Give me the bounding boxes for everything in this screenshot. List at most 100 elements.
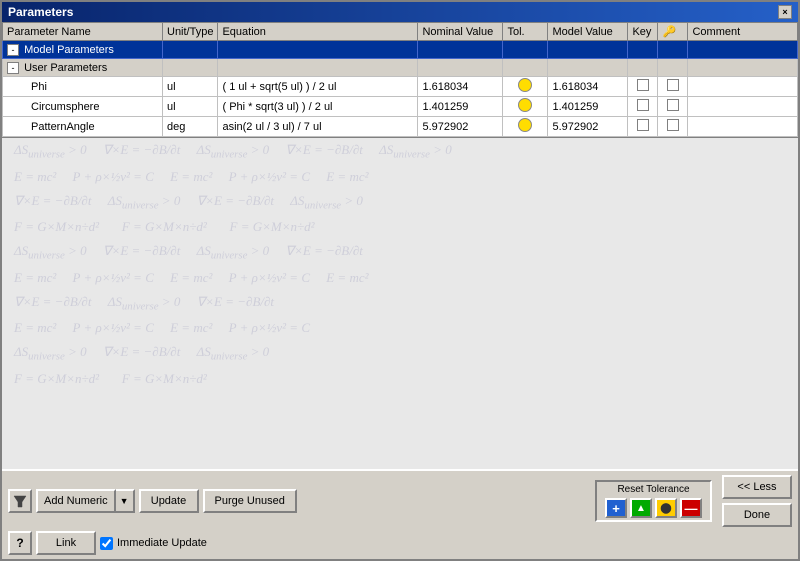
immediate-update-label[interactable]: Immediate Update [100,537,207,550]
add-numeric-button[interactable]: Add Numeric [36,489,116,513]
phi-unit-cell: ul [163,77,218,97]
math-row: E = mc² P + ρ×½v² = C E = mc² P + ρ×½v² … [2,165,798,189]
user-eq-cell [218,59,418,77]
circumsphere-tol-indicator [518,98,532,112]
add-numeric-split: Add Numeric ▼ [36,489,135,513]
user-expand-icon[interactable]: - [7,62,19,74]
help-button[interactable]: ? [8,531,32,555]
patternangle-nominal-cell: 5.972902 [418,117,503,137]
tol-minus-label: — [685,501,698,516]
title-bar-buttons: × [778,5,792,19]
done-label: Done [744,509,770,521]
circumsphere-name-cell: Circumsphere [3,97,163,117]
patternangle-equation: asin(2 ul / 3 ul) / 7 ul [222,121,321,133]
window-title: Parameters [8,5,73,19]
circumsphere-key-checkbox[interactable] [637,99,649,111]
patternangle-name-cell: PatternAngle [3,117,163,137]
circumsphere-icon-cell [658,97,688,117]
circumsphere-icon-checkbox[interactable] [667,99,679,111]
math-text: E = mc² P + ρ×½v² = C E = mc² P + ρ×½v² … [14,320,310,336]
tol-circle-button[interactable]: ⬤ [655,498,677,518]
tol-minus-button[interactable]: — [680,498,702,518]
tol-plus-button[interactable]: + [605,498,627,518]
help-label: ? [16,536,23,550]
math-text: F = G×M×n÷d² F = G×M×n÷d² [14,371,207,387]
phi-key-cell [628,77,658,97]
toolbar-row-1: Add Numeric ▼ Update Purge Unused Reset … [8,475,792,527]
math-row: ∇×E = −∂B/∂t ΔSuniverse > 0 ∇×E = −∂B/∂t… [2,189,798,216]
math-text: ∇×E = −∂B/∂t ΔSuniverse > 0 ∇×E = −∂B/∂t [14,294,274,313]
less-button[interactable]: << Less [722,475,792,499]
phi-label: Phi [31,81,47,93]
filter-button[interactable] [8,489,32,513]
patternangle-eq-cell[interactable]: asin(2 ul / 3 ul) / 7 ul [218,117,418,137]
patternangle-label: PatternAngle [31,121,95,133]
table-row: Phi ul ( 1 ul + sqrt(5 ul) ) / 2 ul 1.61… [3,77,798,97]
phi-equation: ( 1 ul + sqrt(5 ul) ) / 2 ul [222,81,336,93]
link-button[interactable]: Link [36,531,96,555]
phi-model-cell: 1.618034 [548,77,628,97]
circumsphere-key-cell [628,97,658,117]
purge-unused-label: Purge Unused [215,495,285,507]
math-text: ΔSuniverse > 0 ∇×E = −∂B/∂t ΔSuniverse >… [14,344,269,363]
user-parameters-row: - User Parameters [3,59,798,77]
user-tol-cell [503,59,548,77]
phi-tol-cell [503,77,548,97]
tol-triangle-button[interactable]: ▲ [630,498,652,518]
phi-comment-cell [688,77,798,97]
patternangle-comment-cell [688,117,798,137]
parameters-table-container: Parameter Name Unit/Type Equation Nomina… [2,22,798,138]
patternangle-key-checkbox[interactable] [637,119,649,131]
math-row: E = mc² P + ρ×½v² = C E = mc² P + ρ×½v² … [2,316,798,340]
user-unit-cell [163,59,218,77]
close-button[interactable]: × [778,5,792,19]
model-nominal-cell [418,41,503,59]
circumsphere-nominal-cell: 1.401259 [418,97,503,117]
math-watermark: ΔSuniverse > 0 ∇×E = −∂B/∂t ΔSuniverse >… [2,138,798,469]
add-numeric-label: Add Numeric [44,495,108,507]
circumsphere-model-cell: 1.401259 [548,97,628,117]
user-parameters-cell: - User Parameters [3,59,163,77]
dropdown-arrow-icon: ▼ [120,496,129,506]
phi-eq-cell[interactable]: ( 1 ul + sqrt(5 ul) ) / 2 ul [218,77,418,97]
col-header-model: Model Value [548,23,628,41]
content-area: Parameter Name Unit/Type Equation Nomina… [2,22,798,559]
purge-unused-button[interactable]: Purge Unused [203,489,297,513]
toolbar-row-2: ? Link Immediate Update [8,531,792,555]
patternangle-tol-indicator [518,118,532,132]
math-row: F = G×M×n÷d² F = G×M×n÷d² F = G×M×n÷d² [2,215,798,239]
immediate-update-text: Immediate Update [117,537,207,549]
model-expand-icon[interactable]: - [7,44,19,56]
link-label: Link [56,537,76,549]
reset-tolerance-box: Reset Tolerance + ▲ ⬤ — [595,480,712,522]
tol-triangle-icon: ▲ [636,503,646,514]
add-numeric-dropdown[interactable]: ▼ [116,489,135,513]
model-tol-cell [503,41,548,59]
done-button[interactable]: Done [722,503,792,527]
phi-key-checkbox[interactable] [637,79,649,91]
col-header-tol: Tol. [503,23,548,41]
circumsphere-label: Circumsphere [31,101,99,113]
immediate-update-checkbox[interactable] [100,537,113,550]
patternangle-nominal: 5.972902 [422,121,468,133]
math-text: ΔSuniverse > 0 ∇×E = −∂B/∂t ΔSuniverse >… [14,142,452,161]
col-header-equation: Equation [218,23,418,41]
filter-icon [13,494,27,508]
update-button[interactable]: Update [139,489,199,513]
phi-icon-checkbox[interactable] [667,79,679,91]
table-row: PatternAngle deg asin(2 ul / 3 ul) / 7 u… [3,117,798,137]
model-parameters-label: Model Parameters [24,44,114,56]
math-row: ΔSuniverse > 0 ∇×E = −∂B/∂t ΔSuniverse >… [2,138,798,165]
user-nominal-cell [418,59,503,77]
circumsphere-nominal: 1.401259 [422,101,468,113]
patternangle-model-value: 5.972902 [552,121,598,133]
circumsphere-unit: ul [167,101,176,113]
math-row: E = mc² P + ρ×½v² = C E = mc² P + ρ×½v² … [2,266,798,290]
circumsphere-eq-cell[interactable]: ( Phi * sqrt(3 ul) ) / 2 ul [218,97,418,117]
circumsphere-equation: ( Phi * sqrt(3 ul) ) / 2 ul [222,101,332,113]
phi-nominal-cell: 1.618034 [418,77,503,97]
math-text: E = mc² P + ρ×½v² = C E = mc² P + ρ×½v² … [14,270,369,286]
patternangle-icon-checkbox[interactable] [667,119,679,131]
circumsphere-tol-cell [503,97,548,117]
phi-unit: ul [167,81,176,93]
